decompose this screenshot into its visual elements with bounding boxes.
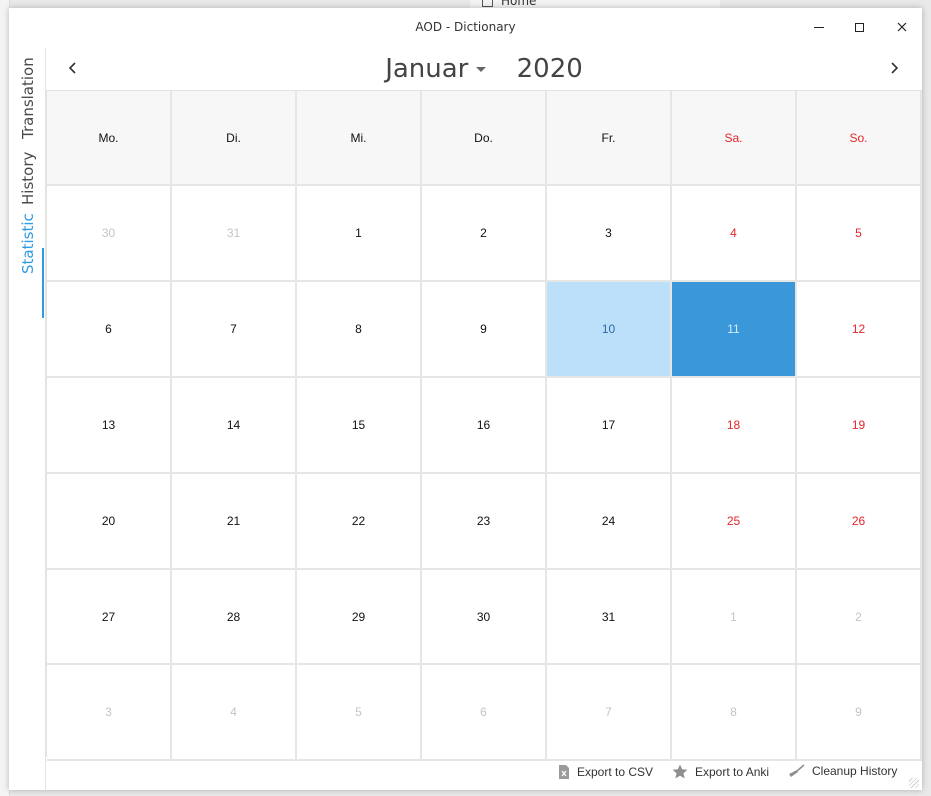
- day-cell[interactable]: 6: [47, 281, 172, 378]
- day-cell[interactable]: 3: [547, 186, 672, 282]
- day-cell[interactable]: 6: [422, 665, 547, 762]
- day-cell[interactable]: 1: [672, 569, 797, 666]
- day-cell[interactable]: 5: [797, 186, 922, 282]
- export-csv-label: Export to CSV: [577, 765, 654, 779]
- csv-file-icon: [558, 764, 570, 780]
- broom-icon: [788, 764, 805, 778]
- day-cell[interactable]: 10: [547, 281, 672, 378]
- day-cell[interactable]: 9: [422, 281, 547, 378]
- day-cell[interactable]: 25: [672, 473, 797, 570]
- background-home-item: Home: [482, 0, 536, 8]
- day-cell[interactable]: 22: [297, 473, 422, 570]
- chevron-down-icon: [476, 66, 487, 72]
- day-cell[interactable]: 18: [672, 377, 797, 474]
- background-home-label: Home: [501, 0, 537, 8]
- resize-grip[interactable]: [909, 778, 919, 788]
- weekday-header: Sa.: [672, 91, 797, 186]
- day-cell[interactable]: 16: [422, 377, 547, 474]
- close-icon: [897, 22, 907, 32]
- weekday-header: Mi.: [297, 91, 422, 186]
- star-icon: [672, 764, 688, 779]
- day-cell[interactable]: 4: [172, 665, 297, 762]
- minimize-icon: [814, 26, 824, 28]
- day-cell[interactable]: 26: [797, 473, 922, 570]
- day-cell[interactable]: 5: [297, 665, 422, 762]
- export-anki-label: Export to Anki: [695, 764, 770, 779]
- close-button[interactable]: [887, 16, 917, 38]
- day-cell[interactable]: 3: [47, 665, 172, 762]
- footer-toolbar: Export to CSV Export to Anki Cleanup His…: [46, 760, 922, 788]
- maximize-button[interactable]: [844, 16, 874, 38]
- day-cell[interactable]: 28: [172, 569, 297, 666]
- day-cell[interactable]: 11: [672, 281, 797, 378]
- tab-translation[interactable]: Translation: [17, 53, 39, 143]
- tab-statistic[interactable]: Statistic: [17, 210, 39, 278]
- chevron-right-icon: [891, 62, 899, 74]
- weekday-header: Do.: [422, 91, 547, 186]
- vertical-tab-bar: Translation History Statistic: [9, 48, 45, 318]
- month-year-title: Januar 2020: [46, 54, 922, 84]
- export-csv-button[interactable]: Export to CSV: [558, 764, 653, 780]
- day-cell[interactable]: 8: [297, 281, 422, 378]
- year-label[interactable]: 2020: [517, 54, 583, 84]
- window-title: AOD - Dictionary: [415, 20, 516, 34]
- month-select[interactable]: Januar: [385, 54, 508, 84]
- day-cell[interactable]: 19: [797, 377, 922, 474]
- maximize-icon: [854, 22, 864, 32]
- month-label: Januar: [385, 54, 469, 84]
- day-cell[interactable]: 13: [47, 377, 172, 474]
- weekday-header: Fr.: [547, 91, 672, 186]
- day-cell[interactable]: 8: [672, 665, 797, 762]
- day-cell[interactable]: 23: [422, 473, 547, 570]
- day-cell[interactable]: 15: [297, 377, 422, 474]
- minimize-button[interactable]: [804, 16, 834, 38]
- next-month-button[interactable]: [882, 56, 906, 80]
- day-cell[interactable]: 2: [797, 569, 922, 666]
- app-window: AOD - Dictionary Translation History Sta…: [9, 8, 922, 790]
- day-cell[interactable]: 12: [797, 281, 922, 378]
- day-cell[interactable]: 21: [172, 473, 297, 570]
- weekday-header: So.: [797, 91, 922, 186]
- export-anki-button[interactable]: Export to Anki: [672, 764, 769, 779]
- day-cell[interactable]: 20: [47, 473, 172, 570]
- day-cell[interactable]: 30: [47, 186, 172, 282]
- active-tab-indicator: [42, 248, 44, 318]
- day-cell[interactable]: 17: [547, 377, 672, 474]
- day-cell[interactable]: 24: [547, 473, 672, 570]
- cleanup-history-button[interactable]: Cleanup History: [788, 764, 897, 778]
- calendar-grid: Mo. Di. Mi. Do. Fr. Sa. So. 30 31 1 2 3 4 5 6 7 8 9 10 11 12…: [46, 90, 922, 762]
- day-cell[interactable]: 7: [172, 281, 297, 378]
- day-cell[interactable]: 30: [422, 569, 547, 666]
- tab-history[interactable]: History: [17, 148, 39, 208]
- day-cell[interactable]: 29: [297, 569, 422, 666]
- day-cell[interactable]: 7: [547, 665, 672, 762]
- day-cell[interactable]: 1: [297, 186, 422, 282]
- day-cell[interactable]: 4: [672, 186, 797, 282]
- calendar-header: Januar 2020: [46, 48, 922, 90]
- day-cell[interactable]: 9: [797, 665, 922, 762]
- day-cell[interactable]: 31: [172, 186, 297, 282]
- title-bar: AOD - Dictionary: [9, 8, 922, 48]
- day-cell[interactable]: 27: [47, 569, 172, 666]
- day-cell[interactable]: 31: [547, 569, 672, 666]
- cleanup-history-label: Cleanup History: [812, 764, 898, 778]
- weekday-header: Di.: [172, 91, 297, 186]
- weekday-header: Mo.: [47, 91, 172, 186]
- day-cell[interactable]: 2: [422, 186, 547, 282]
- home-icon: [482, 0, 493, 7]
- day-cell[interactable]: 14: [172, 377, 297, 474]
